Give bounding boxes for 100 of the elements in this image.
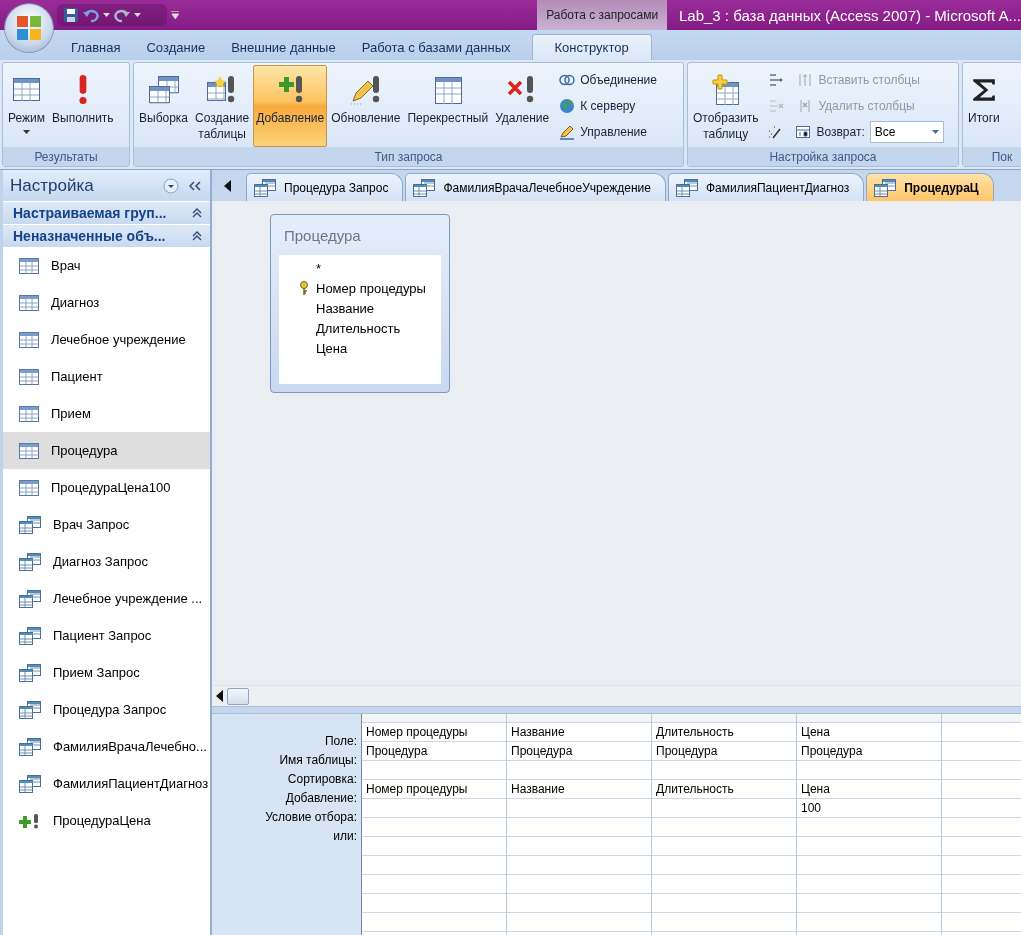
row-label: Поле: <box>323 732 358 750</box>
document-tab[interactable]: ПроцедураЦ <box>866 173 994 201</box>
navigation-item[interactable]: ФамилияПациентДиагноз <box>3 765 210 802</box>
query-icon <box>413 178 436 197</box>
query-icon <box>19 515 41 534</box>
grid-cell[interactable]: Длительность <box>652 723 796 742</box>
table-icon <box>19 294 39 311</box>
navigation-item[interactable]: ПроцедураЦена100 <box>3 469 210 506</box>
navigation-item[interactable]: Процедура <box>3 432 210 469</box>
query-icon <box>19 663 41 682</box>
grid-cell[interactable]: Цена <box>797 723 941 742</box>
table-icon <box>19 442 39 459</box>
table-icon <box>19 368 39 385</box>
caret-icon <box>103 13 110 17</box>
field-name[interactable]: Цена <box>299 338 441 358</box>
customize-caret-icon[interactable] <box>170 11 180 19</box>
dropdown-button[interactable] <box>162 176 180 195</box>
field-name[interactable]: * <box>299 258 441 278</box>
grid-cell[interactable]: Процедура <box>362 742 506 761</box>
ribbon-tab[interactable]: Создание <box>133 34 219 60</box>
field-name[interactable]: Длительность <box>299 318 441 338</box>
redo-icon[interactable] <box>114 7 130 23</box>
ribbon-button[interactable]: Объединение <box>557 69 659 91</box>
ribbon-button[interactable]: Перекрестный <box>404 65 492 147</box>
ribbon-button[interactable]: Отобразить таблицу <box>690 65 762 147</box>
grid-cell[interactable]: Процедура <box>797 742 941 761</box>
grid-cell[interactable]: 100 <box>797 799 941 818</box>
navigation-item[interactable]: Процедура Запрос <box>3 691 210 728</box>
navigation-item[interactable]: Врач <box>3 247 210 284</box>
insert-rows-icon <box>768 72 785 88</box>
scrollbar-thumb[interactable] <box>227 687 249 705</box>
ribbon-button[interactable]: Обновление <box>328 65 404 147</box>
row-label: Сортировка: <box>286 770 358 788</box>
grid-cell[interactable]: Номер процедуры <box>362 780 506 799</box>
row-label: или: <box>332 827 358 845</box>
pencil-icon <box>559 124 576 140</box>
group-label: Результаты <box>3 147 129 166</box>
field-name[interactable]: Название <box>299 298 441 318</box>
grid-cell[interactable]: Название <box>507 723 651 742</box>
ribbon-button[interactable]: Создание таблицы <box>192 65 253 147</box>
navigation-item[interactable]: Диагноз Запрос <box>3 543 210 580</box>
document-tab[interactable]: Процедура Запрос <box>246 173 404 201</box>
document-tab[interactable]: ФамилияПациентДиагноз <box>668 173 865 201</box>
navigation-item[interactable]: ПроцедураЦена <box>3 802 210 839</box>
row-label: Имя таблицы: <box>278 751 358 769</box>
ribbon-button[interactable]: Режим <box>5 65 48 147</box>
navigation-item[interactable]: Пациент <box>3 358 210 395</box>
navigation-item[interactable]: Пациент Запрос <box>3 617 210 654</box>
return-dropdown[interactable]: Все <box>869 121 944 143</box>
save-icon[interactable] <box>63 7 79 23</box>
table-field-list[interactable]: Процедура * Номер процедуры Название Длительность Цена <box>270 214 450 393</box>
union-icon <box>559 72 576 88</box>
navigation-group-header[interactable]: Настраиваемая груп... <box>3 201 210 224</box>
table-icon <box>19 257 39 274</box>
scroll-left-arrow-icon[interactable] <box>216 690 223 702</box>
collapse-chevron-icon <box>192 208 202 218</box>
navigation-item[interactable]: ФамилияВрачаЛечебно... <box>3 728 210 765</box>
grid-cell[interactable]: Цена <box>797 780 941 799</box>
ribbon-tab[interactable]: Главная <box>58 34 134 60</box>
group-label: Тип запроса <box>134 147 683 166</box>
query-icon <box>19 700 41 719</box>
table-icon <box>19 405 39 422</box>
undo-icon[interactable] <box>83 7 99 23</box>
grid-cell[interactable]: Процедура <box>507 742 651 761</box>
navigation-item[interactable]: Врач Запрос <box>3 506 210 543</box>
grid-cell[interactable]: Номер процедуры <box>362 723 506 742</box>
ribbon-button[interactable]: Выполнить <box>49 65 117 147</box>
collapse-chevron-icon <box>192 231 202 241</box>
grid-cell[interactable]: Название <box>507 780 651 799</box>
field-name[interactable]: Номер процедуры <box>299 278 441 298</box>
query-icon <box>19 626 41 645</box>
ribbon-button[interactable]: Добавление <box>253 65 328 147</box>
query-icon <box>676 178 698 197</box>
pencil-icon <box>349 74 382 106</box>
ribbon-button[interactable]: Выборка <box>136 65 192 147</box>
navigation-group-header[interactable]: Неназначенные объ... <box>3 224 210 247</box>
navigation-item[interactable]: Диагноз <box>3 284 210 321</box>
ribbon-button[interactable]: Итоги <box>965 65 1003 147</box>
query-icon <box>19 552 41 571</box>
ribbon-tab[interactable]: Внешние данные <box>218 34 349 60</box>
ribbon-tab[interactable]: Работа с базами данных <box>348 34 524 60</box>
query-icon <box>19 737 41 756</box>
document-tab[interactable]: ФамилияВрачаЛечебноеУчреждение <box>405 173 666 201</box>
ribbon-button[interactable]: Управление <box>557 121 659 143</box>
grid-cell[interactable]: Процедура <box>652 742 796 761</box>
navigation-item[interactable]: Лечебное учреждение <box>3 321 210 358</box>
navigation-item[interactable]: Прием Запрос <box>3 654 210 691</box>
navigation-item[interactable]: Прием <box>3 395 210 432</box>
group-label: Пок <box>963 147 1021 166</box>
navigation-title[interactable]: Настройка <box>10 175 156 196</box>
ribbon-button[interactable]: К серверу <box>557 95 659 117</box>
delete-rows-icon <box>768 98 785 114</box>
grid-cell[interactable]: Длительность <box>652 780 796 799</box>
navigation-item[interactable]: Лечебное учреждение ... <box>3 580 210 617</box>
office-logo-icon <box>16 15 42 41</box>
ribbon-button[interactable]: Удаление <box>492 65 553 147</box>
ribbon-tab[interactable]: Конструктор <box>531 34 652 60</box>
exclamation-icon <box>78 75 87 105</box>
query-icon <box>254 178 276 197</box>
horizontal-scrollbar[interactable] <box>212 685 1021 706</box>
